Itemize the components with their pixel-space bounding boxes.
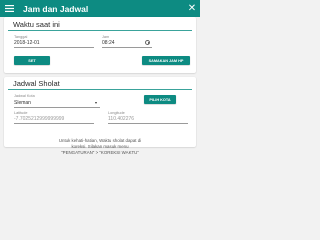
city-select[interactable]: Sleman <box>14 100 31 106</box>
latitude-field: -7.7025212999999999 <box>14 116 65 122</box>
date-underline <box>14 47 94 48</box>
info-line-3: "PENGATURAN" > "KOREKSI WAKTU" <box>61 150 139 155</box>
set-button[interactable]: SET <box>14 56 50 65</box>
correction-info: Untuk kehati-hatian, Waktu sholat dapat … <box>0 138 200 156</box>
hamburger-menu-icon[interactable] <box>0 5 18 12</box>
clock-icon[interactable] <box>145 40 150 45</box>
city-label: Jadwal Kota <box>14 94 35 98</box>
prayer-schedule-title: Jadwal Sholat <box>13 79 60 88</box>
close-icon[interactable]: ✕ <box>184 0 200 17</box>
current-time-title: Waktu saat ini <box>13 20 60 29</box>
current-time-card: Waktu saat ini Tanggal 2018-12-01 Jam 08… <box>4 17 196 73</box>
latitude-label: Latitude <box>14 111 28 115</box>
latitude-underline <box>14 123 94 124</box>
longitude-field: 110.402276 <box>108 116 135 122</box>
city-underline <box>14 107 100 108</box>
time-underline <box>102 47 152 48</box>
prayer-schedule-divider <box>8 89 192 90</box>
time-field[interactable]: 08:24 <box>102 40 115 46</box>
caret-down-icon[interactable] <box>95 102 97 104</box>
longitude-underline <box>108 123 188 124</box>
app-bar: Jam dan Jadwal ✕ <box>0 0 200 17</box>
prayer-schedule-card: Jadwal Sholat Jadwal Kota Sleman PILIH K… <box>4 77 196 147</box>
current-time-divider <box>8 30 192 31</box>
choose-city-button[interactable]: PILIH KOTA <box>144 95 176 104</box>
sync-phone-time-button[interactable]: SAMAKAN JAM HP <box>142 56 190 65</box>
date-label: Tanggal <box>14 35 28 39</box>
time-label: Jam <box>102 35 110 39</box>
longitude-label: Longitude <box>108 111 125 115</box>
app-title: Jam dan Jadwal <box>23 3 89 14</box>
date-field[interactable]: 2018-12-01 <box>14 40 40 46</box>
